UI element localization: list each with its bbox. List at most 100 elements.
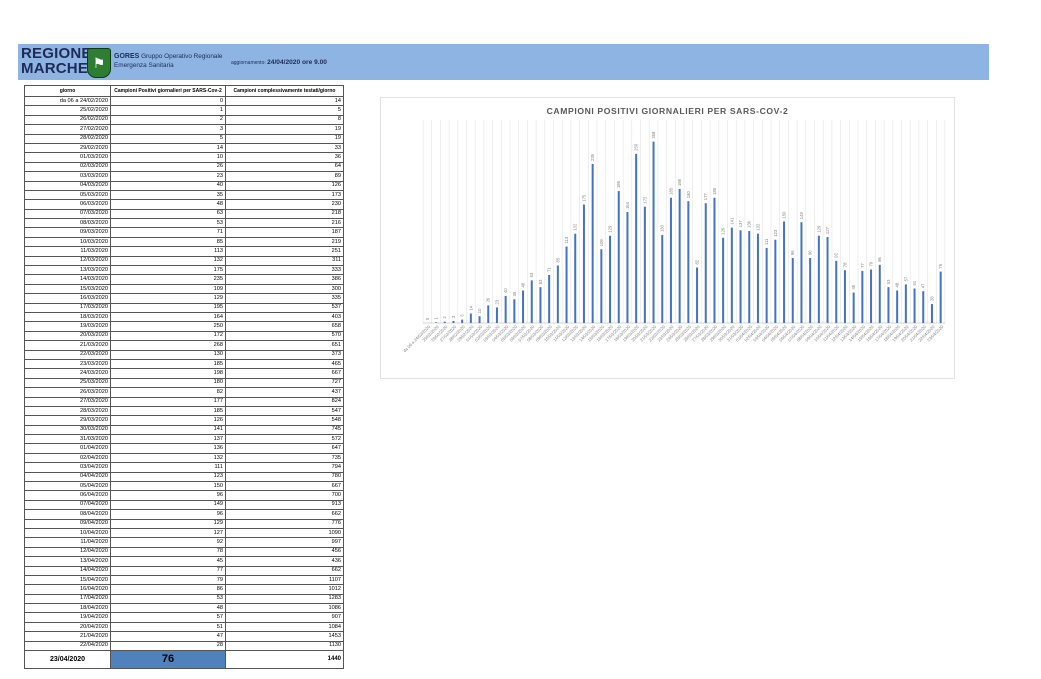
cell-positives: 35 bbox=[110, 189, 226, 201]
data-label: 14 bbox=[468, 305, 473, 310]
bar bbox=[809, 258, 812, 323]
cell-positives: 127 bbox=[110, 527, 226, 539]
cell-day: 11/03/2020 bbox=[24, 246, 111, 257]
cell-day: 15/04/2020 bbox=[24, 574, 111, 586]
cell-positives: 45 bbox=[110, 556, 226, 567]
cell-positives: 132 bbox=[110, 255, 226, 267]
cell-tested: 776 bbox=[225, 518, 344, 529]
data-label: 40 bbox=[503, 288, 508, 293]
cell-tested: 1090 bbox=[225, 527, 344, 539]
data-label: 79 bbox=[869, 261, 874, 266]
table-row: 25/03/2020 180 727 bbox=[24, 377, 344, 389]
bar bbox=[739, 230, 742, 323]
table-row: 11/04/2020 92 997 bbox=[24, 537, 344, 548]
bar bbox=[826, 237, 829, 323]
cell-positives: 3 bbox=[110, 124, 226, 135]
cell-day: 08/04/2020 bbox=[24, 509, 111, 520]
bar bbox=[835, 260, 838, 323]
cell-tested: 1453 bbox=[225, 631, 344, 642]
cell-day: 29/02/2020 bbox=[24, 142, 111, 154]
table-row: 03/04/2020 111 794 bbox=[24, 462, 344, 473]
cell-tested: 335 bbox=[225, 293, 344, 304]
cell-positives: 235 bbox=[110, 274, 226, 285]
cell-tested: 437 bbox=[225, 387, 344, 398]
data-label: 86 bbox=[877, 256, 882, 261]
table-row: 13/03/2020 175 333 bbox=[24, 265, 344, 276]
data-label: 96 bbox=[808, 250, 813, 255]
cell-tested: 36 bbox=[225, 152, 344, 163]
cell-tested: 700 bbox=[225, 490, 344, 501]
cell-tested: 1084 bbox=[225, 621, 344, 633]
table-row: 08/03/2020 53 216 bbox=[24, 218, 344, 229]
cell-day: 23/03/2020 bbox=[24, 358, 111, 370]
cell-positives: 164 bbox=[110, 311, 226, 323]
cell-day: 20/03/2020 bbox=[24, 330, 111, 342]
cell-positives: 137 bbox=[110, 434, 226, 445]
bar bbox=[609, 235, 612, 323]
column-header-positives: Campioni Positivi giornalieri per SARS-C… bbox=[110, 85, 226, 97]
bar bbox=[617, 191, 620, 323]
cell-day: 06/04/2020 bbox=[24, 490, 111, 501]
cell-tested: 8 bbox=[225, 114, 344, 126]
cell-tested: 333 bbox=[225, 265, 344, 276]
cell-positives: 177 bbox=[110, 396, 226, 407]
gores-label: GORES Gruppo Operativo Regionale Emergen… bbox=[114, 52, 222, 70]
data-label: 51 bbox=[912, 280, 917, 285]
cell-tested: 218 bbox=[225, 208, 344, 220]
cell-tested: 386 bbox=[225, 274, 344, 285]
cell-tested: 373 bbox=[225, 349, 344, 360]
cell-day: 28/03/2020 bbox=[24, 405, 111, 417]
table-row: 29/02/2020 14 33 bbox=[24, 142, 344, 154]
cell-tested: 173 bbox=[225, 189, 344, 201]
cell-positives: 53 bbox=[110, 218, 226, 229]
cell-positives: 132 bbox=[110, 452, 226, 464]
cell-positives: 109 bbox=[110, 283, 226, 295]
data-label: 130 bbox=[660, 224, 665, 232]
cell-tested: 662 bbox=[225, 509, 344, 520]
bar bbox=[487, 305, 490, 323]
table-row: 15/03/2020 109 300 bbox=[24, 283, 344, 295]
bar bbox=[626, 212, 629, 323]
cell-day: 20/04/2020 bbox=[24, 621, 111, 633]
cell-positives: 26 bbox=[110, 161, 226, 173]
data-label: 48 bbox=[521, 282, 526, 287]
bar bbox=[878, 264, 881, 323]
table-row: 15/04/2020 79 1107 bbox=[24, 574, 344, 586]
cell-positives: 85 bbox=[110, 236, 226, 248]
table-row: 01/04/2020 136 647 bbox=[24, 443, 344, 454]
cell-tested: 651 bbox=[225, 340, 344, 351]
bar bbox=[678, 189, 681, 323]
cell-positives: 175 bbox=[110, 265, 226, 276]
data-label: 126 bbox=[721, 227, 726, 235]
bar bbox=[661, 235, 664, 323]
data-table: giorno Campioni Positivi giornalieri per… bbox=[24, 85, 344, 670]
data-label: 123 bbox=[773, 229, 778, 237]
data-label: 96 bbox=[790, 250, 795, 255]
cell-day: 14/04/2020 bbox=[24, 565, 111, 576]
cell-day: 04/04/2020 bbox=[24, 471, 111, 483]
cell-day: 03/04/2020 bbox=[24, 462, 111, 473]
data-label: 63 bbox=[529, 272, 534, 277]
cell-tested: 1012 bbox=[225, 584, 344, 595]
cell-positives: 2 bbox=[110, 114, 226, 126]
cell-day: 09/04/2020 bbox=[24, 518, 111, 529]
cell-positives: 57 bbox=[110, 612, 226, 623]
cell-day: 18/04/2020 bbox=[24, 603, 111, 614]
bar bbox=[861, 270, 864, 323]
cell-tested: 33 bbox=[225, 142, 344, 154]
bar bbox=[513, 299, 516, 323]
data-label: 53 bbox=[538, 279, 543, 284]
bar bbox=[939, 271, 942, 323]
region-emblem-icon: ⚑ bbox=[87, 48, 111, 78]
cell-day: 11/04/2020 bbox=[24, 537, 111, 548]
bar bbox=[765, 247, 768, 323]
cell-day: 09/03/2020 bbox=[24, 227, 111, 238]
cell-day: 03/03/2020 bbox=[24, 171, 111, 182]
update-info: aggiornamento: 24/04/2020 ore 9.00 bbox=[231, 59, 327, 66]
cell-tested: 570 bbox=[225, 330, 344, 342]
bar bbox=[922, 291, 925, 323]
cell-positives: 82 bbox=[110, 387, 226, 398]
data-label: 28 bbox=[929, 296, 934, 301]
cell-positives: 48 bbox=[110, 199, 226, 210]
data-label: 82 bbox=[695, 259, 700, 264]
